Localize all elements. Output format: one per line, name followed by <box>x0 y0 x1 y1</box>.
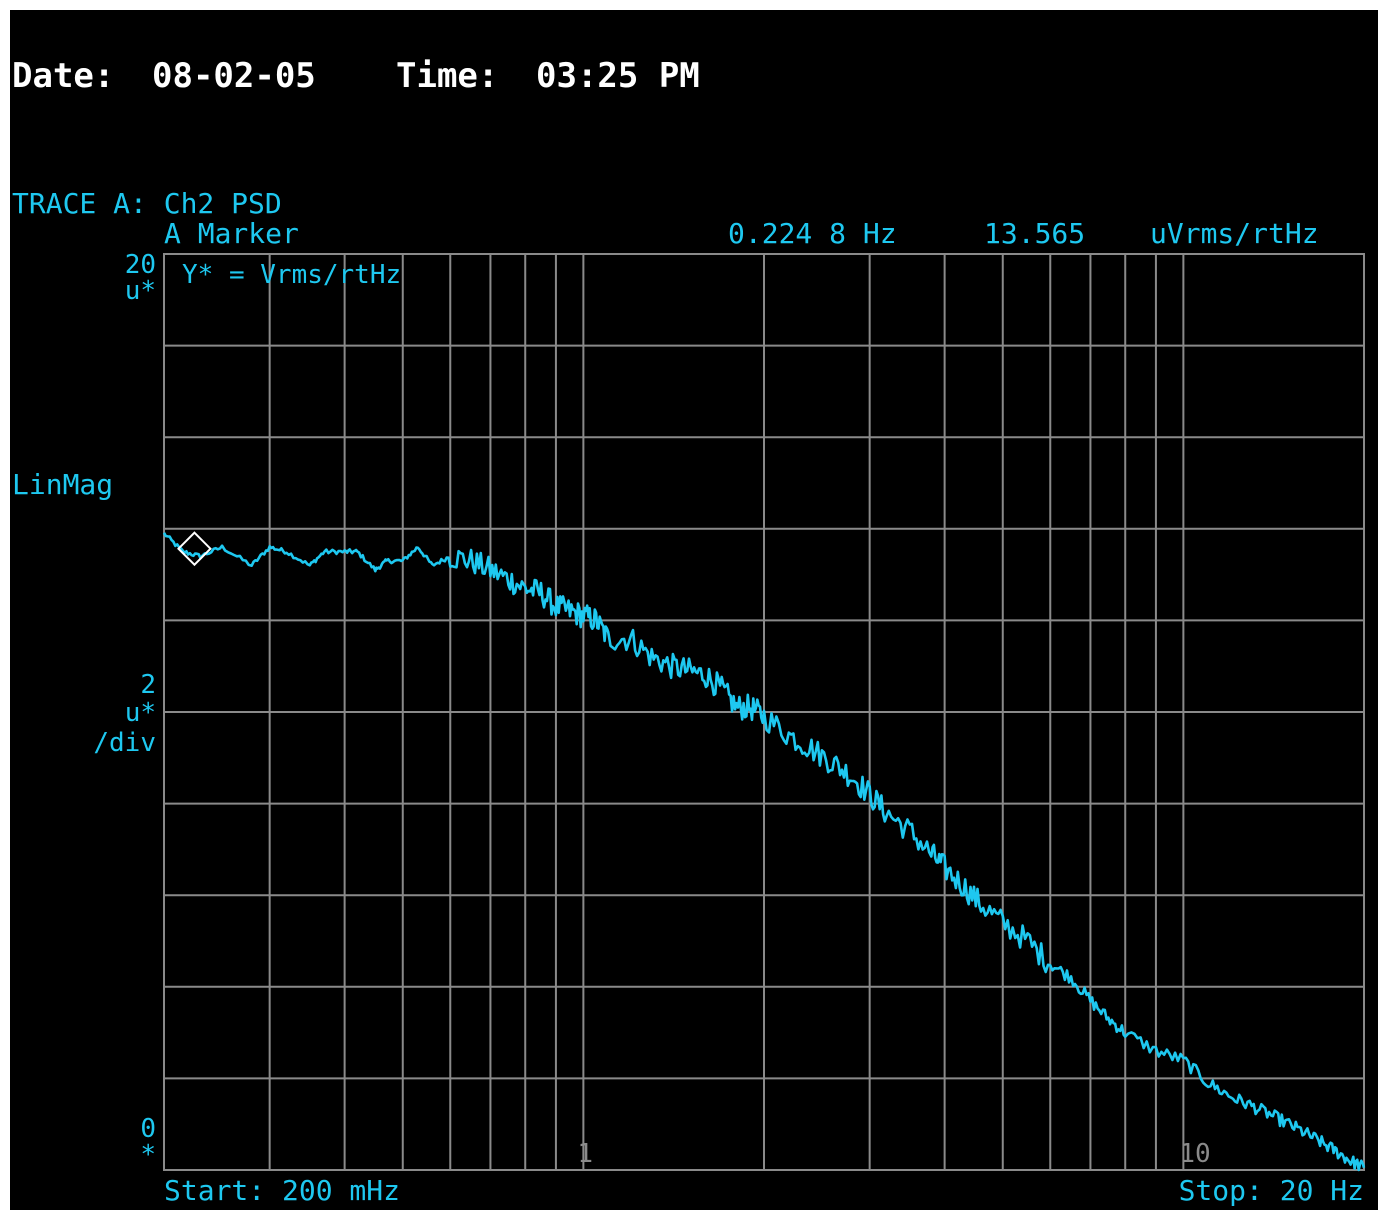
psd-chart: 1 10 Y* = Vrms/rtHz <box>162 253 1366 1172</box>
x-tick-label-10: 10 <box>1179 1139 1210 1169</box>
y-unit-note: Y* = Vrms/rtHz <box>182 260 401 290</box>
x-tick-label-1: 1 <box>577 1139 593 1169</box>
marker-a-diamond <box>177 531 212 567</box>
analyzer-screen: Date: 08-02-05 Time: 03:25 PM TRACE A: C… <box>10 10 1378 1210</box>
markers <box>177 531 212 567</box>
